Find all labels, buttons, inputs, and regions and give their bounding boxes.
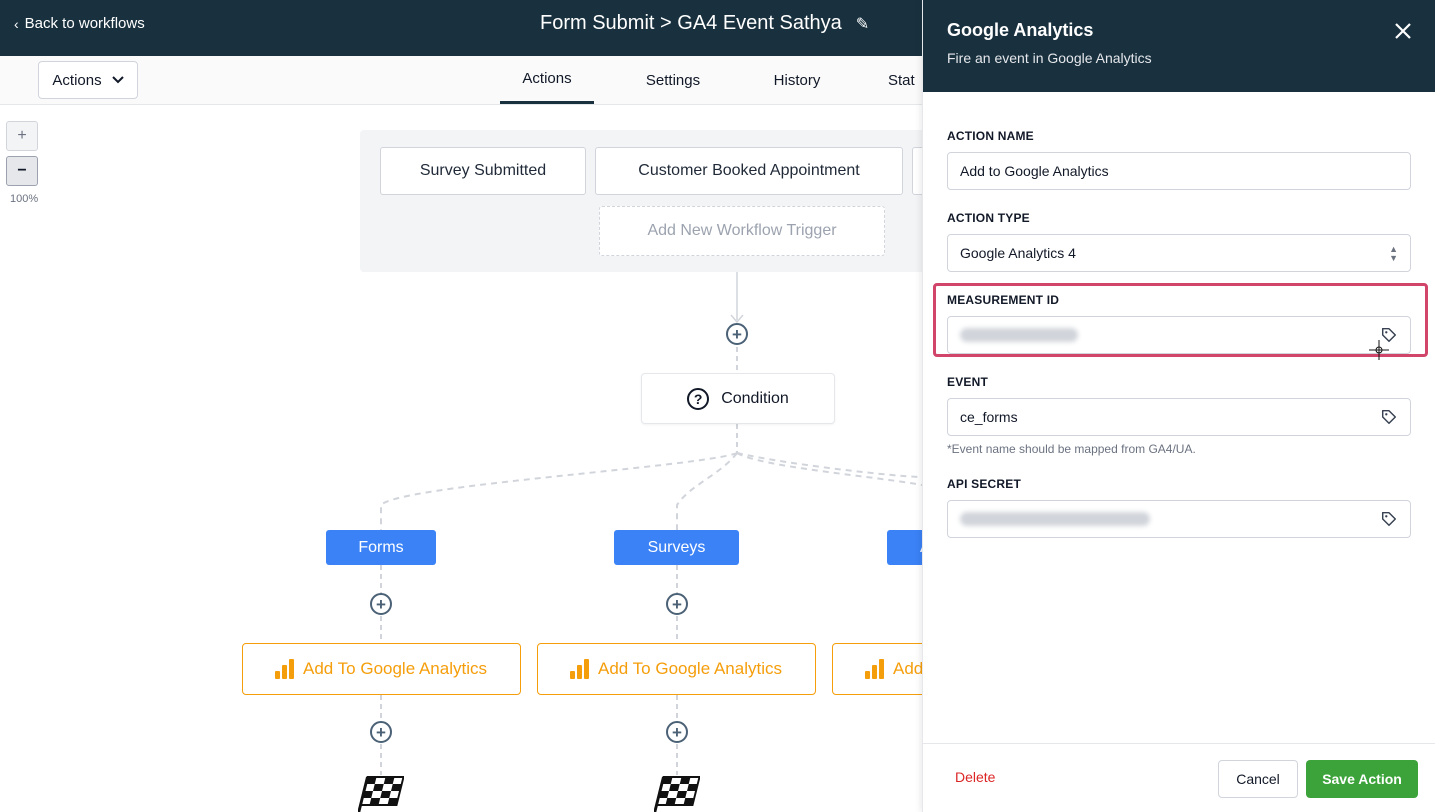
action-settings-panel: Google Analytics Fire an event in Google…	[922, 0, 1435, 812]
api-secret-label: API SECRET	[947, 477, 1022, 491]
chevron-down-icon	[111, 76, 124, 84]
workflow-toolbar: Actions Actions Settings History Stat	[0, 56, 922, 105]
action-node-label: Add To Google Analytics	[598, 659, 782, 678]
trigger-label: Survey Submitted	[419, 162, 547, 179]
panel-footer: Delete Cancel Save Action	[923, 743, 1435, 812]
branch-forms[interactable]: Forms	[326, 530, 436, 565]
measurement-id-field[interactable]	[947, 316, 1411, 354]
delete-button[interactable]: Delete	[955, 769, 995, 785]
finish-flag-icon	[654, 776, 700, 812]
cancel-button[interactable]: Cancel	[1218, 760, 1298, 798]
add-step-plus-icon[interactable]: +	[666, 721, 688, 743]
trigger-card-partial[interactable]	[912, 147, 922, 195]
finish-flag-icon	[358, 776, 404, 812]
actions-dropdown[interactable]: Actions	[38, 61, 138, 99]
add-workflow-trigger-button[interactable]: Add New Workflow Trigger	[599, 206, 885, 256]
tab-stats-label: Stat	[888, 71, 915, 89]
custom-value-tag-icon[interactable]	[1380, 326, 1398, 344]
workflow-canvas[interactable]: + − 100% Survey Submitted Customer Booke…	[0, 105, 922, 812]
action-type-value: Google Analytics 4	[960, 245, 1076, 261]
branch-label: Surveys	[647, 538, 706, 556]
panel-title: Google Analytics	[947, 20, 1094, 40]
back-label: Back to workflows	[24, 15, 145, 32]
select-updown-icon: ▲ ▼	[1389, 244, 1398, 263]
workflow-title: Form Submit > GA4 Event Sathya	[540, 12, 842, 34]
trigger-label: Customer Booked Appointment	[638, 162, 860, 179]
redacted-value	[960, 328, 1078, 342]
google-analytics-icon	[865, 659, 884, 679]
action-node-label: Add	[893, 659, 922, 678]
tab-actions-label: Actions	[522, 70, 572, 87]
branch-label: Forms	[358, 538, 404, 556]
add-step-plus-icon[interactable]: +	[666, 593, 688, 615]
action-type-label: ACTION TYPE	[947, 211, 1030, 225]
edit-pencil-icon[interactable]: ✎	[856, 14, 869, 34]
action-node-ga-partial[interactable]: Add	[832, 643, 922, 695]
add-step-plus-icon[interactable]: +	[726, 323, 748, 345]
trigger-survey-submitted[interactable]: Survey Submitted	[380, 147, 586, 195]
panel-subtitle: Fire an event in Google Analytics	[947, 50, 1152, 66]
workflow-title-wrap: Form Submit > GA4 Event Sathya ✎	[540, 12, 869, 35]
google-analytics-icon	[275, 659, 294, 679]
action-type-select[interactable]: Google Analytics 4 ▲ ▼	[947, 234, 1411, 272]
event-field[interactable]	[947, 398, 1411, 436]
api-secret-field[interactable]	[947, 500, 1411, 538]
triggers-container: Survey Submitted Customer Booked Appoint…	[360, 130, 922, 272]
tab-settings-label: Settings	[645, 71, 701, 89]
trigger-customer-booked-appointment[interactable]: Customer Booked Appointment	[595, 147, 903, 195]
action-node-ga-forms[interactable]: Add To Google Analytics	[242, 643, 521, 695]
add-step-plus-icon[interactable]: +	[370, 721, 392, 743]
branch-surveys[interactable]: Surveys	[614, 530, 739, 565]
chevron-left-icon: ‹	[14, 15, 19, 32]
add-trigger-label: Add New Workflow Trigger	[647, 222, 837, 239]
back-to-workflows-link[interactable]: ‹ Back to workflows	[14, 15, 145, 32]
condition-node[interactable]: ? Condition	[641, 373, 835, 424]
branch-partial[interactable]: A	[887, 530, 922, 565]
event-label: EVENT	[947, 375, 989, 389]
panel-header: Google Analytics Fire an event in Google…	[923, 0, 1435, 92]
redacted-value	[960, 512, 1150, 526]
action-node-ga-surveys[interactable]: Add To Google Analytics	[537, 643, 816, 695]
close-icon[interactable]	[1394, 22, 1412, 40]
tab-history-label: History	[773, 71, 821, 89]
custom-value-tag-icon[interactable]	[1380, 510, 1398, 528]
question-circle-icon: ?	[687, 387, 710, 410]
custom-value-tag-icon[interactable]	[1380, 408, 1398, 426]
google-analytics-icon	[570, 659, 589, 679]
tab-actions[interactable]: Actions	[500, 56, 594, 104]
add-step-plus-icon[interactable]: +	[370, 593, 392, 615]
action-name-field[interactable]	[947, 152, 1411, 190]
condition-label: Condition	[721, 389, 789, 407]
event-input[interactable]	[960, 409, 1398, 425]
actions-dropdown-label: Actions	[52, 71, 102, 89]
action-node-label: Add To Google Analytics	[303, 659, 487, 678]
tab-history[interactable]: History	[752, 56, 842, 104]
tab-stats[interactable]: Stat	[888, 56, 922, 104]
action-name-input[interactable]	[960, 163, 1398, 179]
save-action-button[interactable]: Save Action	[1306, 760, 1418, 798]
event-helper-text: *Event name should be mapped from GA4/UA…	[947, 442, 1196, 456]
action-name-label: ACTION NAME	[947, 129, 1034, 143]
tab-settings[interactable]: Settings	[628, 56, 718, 104]
measurement-id-label: MEASUREMENT ID	[947, 293, 1060, 307]
